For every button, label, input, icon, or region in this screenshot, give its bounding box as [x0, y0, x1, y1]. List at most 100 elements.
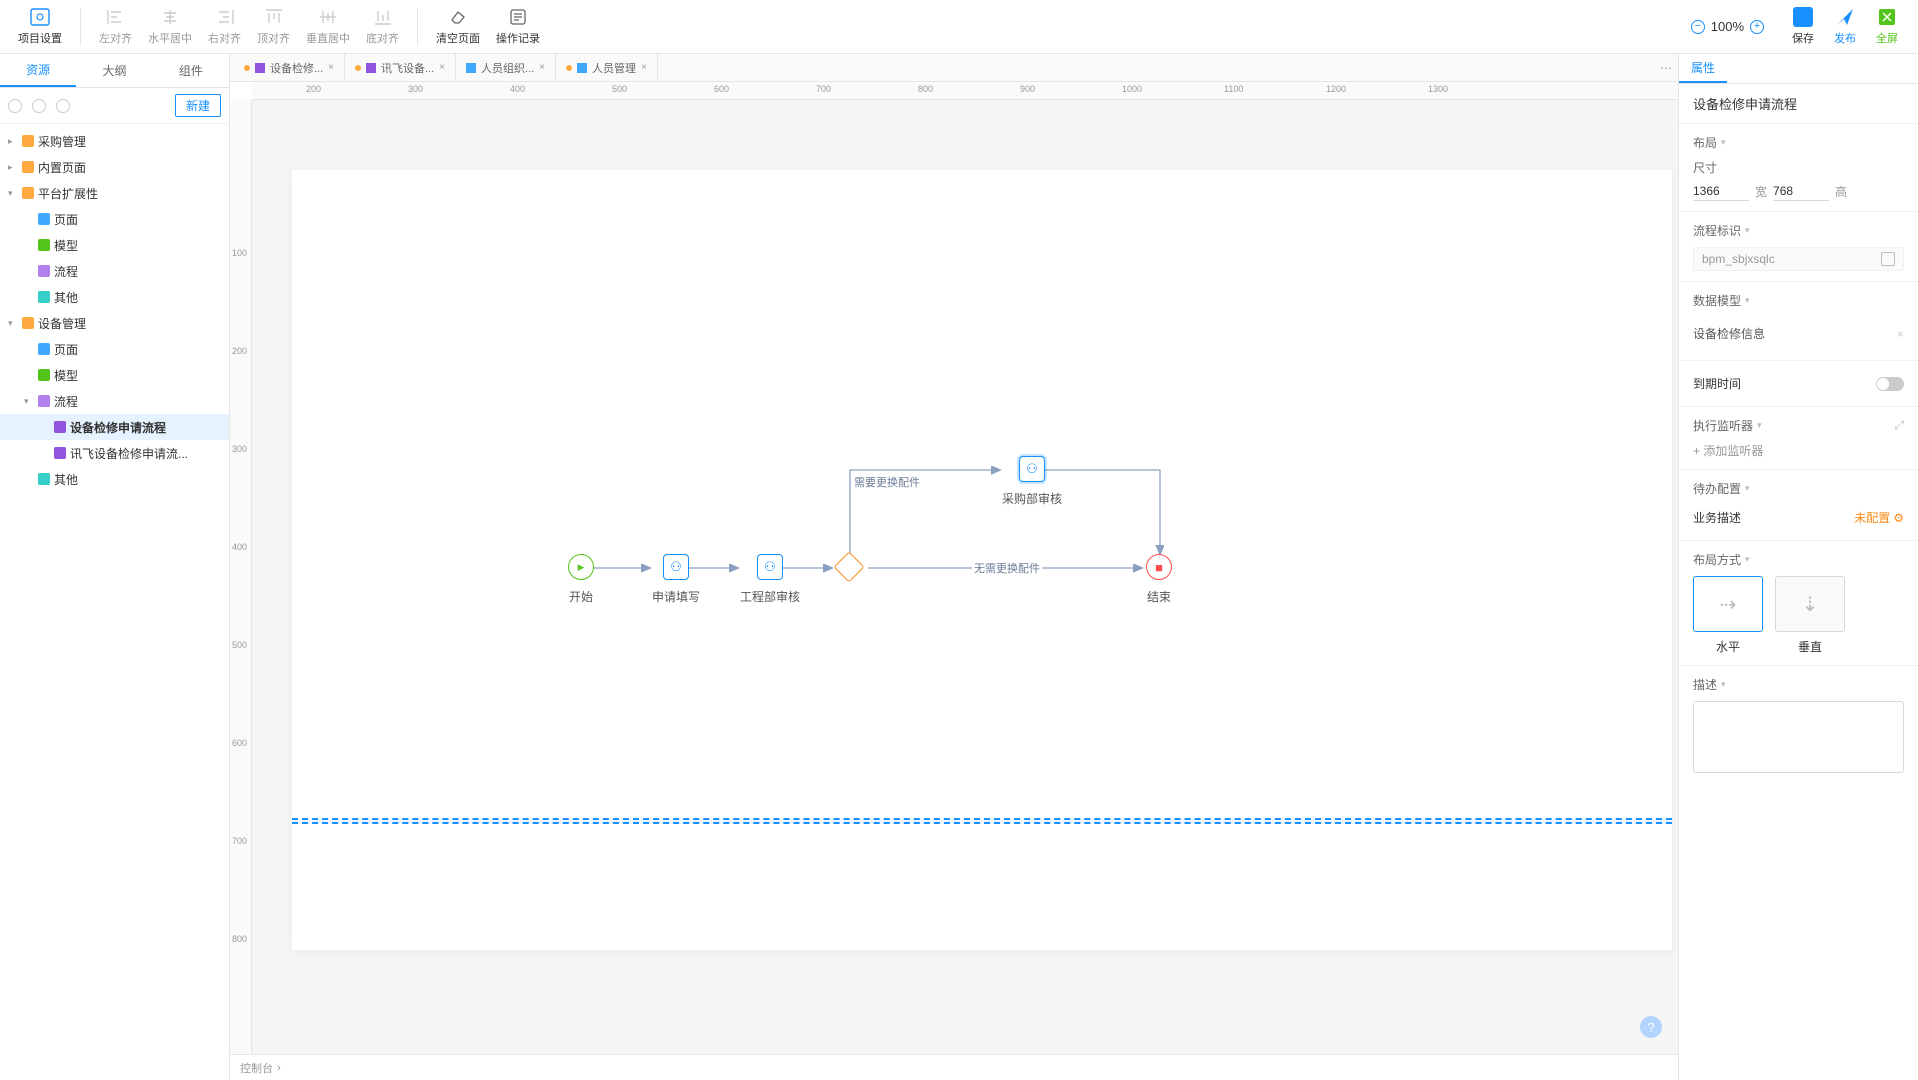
file-type-icon: [466, 63, 476, 73]
close-icon[interactable]: ×: [641, 62, 647, 73]
folder-icon: [54, 421, 66, 433]
file-tab[interactable]: 人员管理×: [556, 54, 658, 81]
tree-item[interactable]: ▾平台扩展性: [0, 180, 229, 206]
edge-label-need-replace: 需要更换配件: [852, 474, 922, 490]
tab-outline[interactable]: 大纲: [76, 54, 152, 87]
file-type-icon: [255, 63, 265, 73]
artboard[interactable]: 需要更换配件 无需更换配件 ▸开始 ⚇申请填写 ⚇工程部审核 ⚇采购部审核 ■结…: [292, 170, 1672, 950]
file-tab[interactable]: 设备检修...×: [234, 54, 345, 81]
expand-icon[interactable]: ⤢: [1894, 418, 1904, 433]
tree-item[interactable]: 流程: [0, 258, 229, 284]
align-right-button[interactable]: 右对齐: [200, 0, 249, 53]
close-icon[interactable]: ×: [328, 62, 334, 73]
history-button[interactable]: 操作记录: [488, 0, 548, 53]
resource-tree: ▸采购管理▸内置页面▾平台扩展性页面模型流程其他▾设备管理页面模型▾流程设备检修…: [0, 124, 229, 1080]
layout-vertical-option[interactable]: ⇣垂直: [1775, 576, 1845, 655]
tree-item[interactable]: 其他: [0, 466, 229, 492]
folder-icon: [38, 265, 50, 277]
close-icon[interactable]: ×: [439, 62, 445, 73]
section-layout[interactable]: 布局▾: [1693, 134, 1904, 151]
close-icon[interactable]: ×: [539, 62, 545, 73]
locate-icon[interactable]: [32, 99, 46, 113]
align-left-button[interactable]: 左对齐: [91, 0, 140, 53]
clear-page-button[interactable]: 清空页面: [428, 0, 488, 53]
node-gateway[interactable]: [838, 556, 860, 578]
clear-icon[interactable]: ×: [1897, 327, 1904, 341]
collapse-icon[interactable]: [56, 99, 70, 113]
node-eng-review[interactable]: ⚇工程部审核: [740, 554, 800, 605]
tree-item[interactable]: 页面: [0, 206, 229, 232]
node-apply[interactable]: ⚇申请填写: [652, 554, 700, 605]
node-purchase-review[interactable]: ⚇采购部审核: [1002, 456, 1062, 507]
search-icon[interactable]: [8, 99, 22, 113]
save-icon: [1793, 7, 1813, 27]
history-icon: [507, 8, 529, 26]
help-button[interactable]: ?: [1640, 1016, 1662, 1038]
section-due[interactable]: 到期时间: [1693, 371, 1904, 396]
file-tab[interactable]: 讯飞设备...×: [345, 54, 456, 81]
tab-components[interactable]: 组件: [153, 54, 229, 87]
tree-item[interactable]: ▸采购管理: [0, 128, 229, 154]
tree-item[interactable]: 模型: [0, 362, 229, 388]
align-bottom-icon: [372, 8, 394, 26]
tree-item[interactable]: 其他: [0, 284, 229, 310]
tree-item[interactable]: 页面: [0, 336, 229, 362]
section-description[interactable]: 描述▾: [1693, 676, 1904, 693]
ruler-vertical: 100200300400500600700800: [230, 100, 252, 1054]
tab-resources[interactable]: 资源: [0, 54, 76, 87]
folder-icon: [38, 473, 50, 485]
height-input[interactable]: [1773, 182, 1829, 201]
user-task-icon: ⚇: [757, 554, 783, 580]
align-left-icon: [105, 8, 127, 26]
dirty-indicator-icon: [244, 65, 250, 71]
folder-icon: [38, 369, 50, 381]
due-toggle[interactable]: [1876, 377, 1904, 391]
edge-label-no-replace: 无需更换配件: [972, 560, 1042, 576]
layout-horizontal-option[interactable]: ⇢水平: [1693, 576, 1763, 655]
align-vcenter-icon: [317, 8, 339, 26]
tree-item[interactable]: 讯飞设备检修申请流...: [0, 440, 229, 466]
file-tab[interactable]: 人员组织...×: [456, 54, 556, 81]
section-todo[interactable]: 待办配置▾: [1693, 480, 1904, 497]
description-textarea[interactable]: [1693, 701, 1904, 773]
add-listener-button[interactable]: + 添加监听器: [1693, 442, 1904, 459]
node-end[interactable]: ■结束: [1146, 554, 1172, 605]
save-button[interactable]: 保存: [1782, 7, 1824, 46]
align-vcenter-button[interactable]: 垂直居中: [298, 0, 358, 53]
tree-item[interactable]: 设备检修申请流程: [0, 414, 229, 440]
project-settings-button[interactable]: 项目设置: [10, 0, 70, 53]
node-start[interactable]: ▸开始: [568, 554, 594, 605]
zoom-in-icon[interactable]: +: [1750, 20, 1764, 34]
tree-item[interactable]: 模型: [0, 232, 229, 258]
align-top-button[interactable]: 顶对齐: [249, 0, 298, 53]
folder-icon: [38, 213, 50, 225]
section-data-model[interactable]: 数据模型▾: [1693, 292, 1904, 309]
tab-properties[interactable]: 属性: [1679, 54, 1727, 83]
tree-item[interactable]: ▸内置页面: [0, 154, 229, 180]
section-layout-mode[interactable]: 布局方式▾: [1693, 551, 1904, 568]
new-button[interactable]: 新建: [175, 94, 221, 117]
tree-item[interactable]: ▾流程: [0, 388, 229, 414]
folder-icon: [22, 187, 34, 199]
folder-icon: [38, 395, 50, 407]
zoom-control[interactable]: − 100% +: [1691, 19, 1764, 34]
biz-desc-row[interactable]: 业务描述未配置⚙: [1693, 505, 1904, 530]
console-bar[interactable]: 控制台›: [230, 1054, 1678, 1080]
tab-overflow-button[interactable]: ⋯: [1654, 54, 1678, 81]
zoom-out-icon[interactable]: −: [1691, 20, 1705, 34]
canvas[interactable]: 需要更换配件 无需更换配件 ▸开始 ⚇申请填写 ⚇工程部审核 ⚇采购部审核 ■结…: [252, 100, 1678, 1054]
fullscreen-button[interactable]: 全屏: [1866, 7, 1908, 46]
copy-icon[interactable]: [1881, 252, 1895, 266]
layout-horizontal-icon: ⇢: [1693, 576, 1763, 632]
section-flow-id[interactable]: 流程标识▾: [1693, 222, 1904, 239]
align-hcenter-button[interactable]: 水平居中: [140, 0, 200, 53]
align-bottom-button[interactable]: 底对齐: [358, 0, 407, 53]
folder-icon: [22, 135, 34, 147]
tree-item[interactable]: ▾设备管理: [0, 310, 229, 336]
width-input[interactable]: [1693, 182, 1749, 201]
user-task-icon: ⚇: [1019, 456, 1045, 482]
fullscreen-icon: [1877, 7, 1897, 27]
publish-button[interactable]: 发布: [1824, 7, 1866, 46]
data-model-value[interactable]: 设备检修信息: [1693, 321, 1765, 346]
section-listener[interactable]: 执行监听器▾⤢: [1693, 417, 1904, 434]
